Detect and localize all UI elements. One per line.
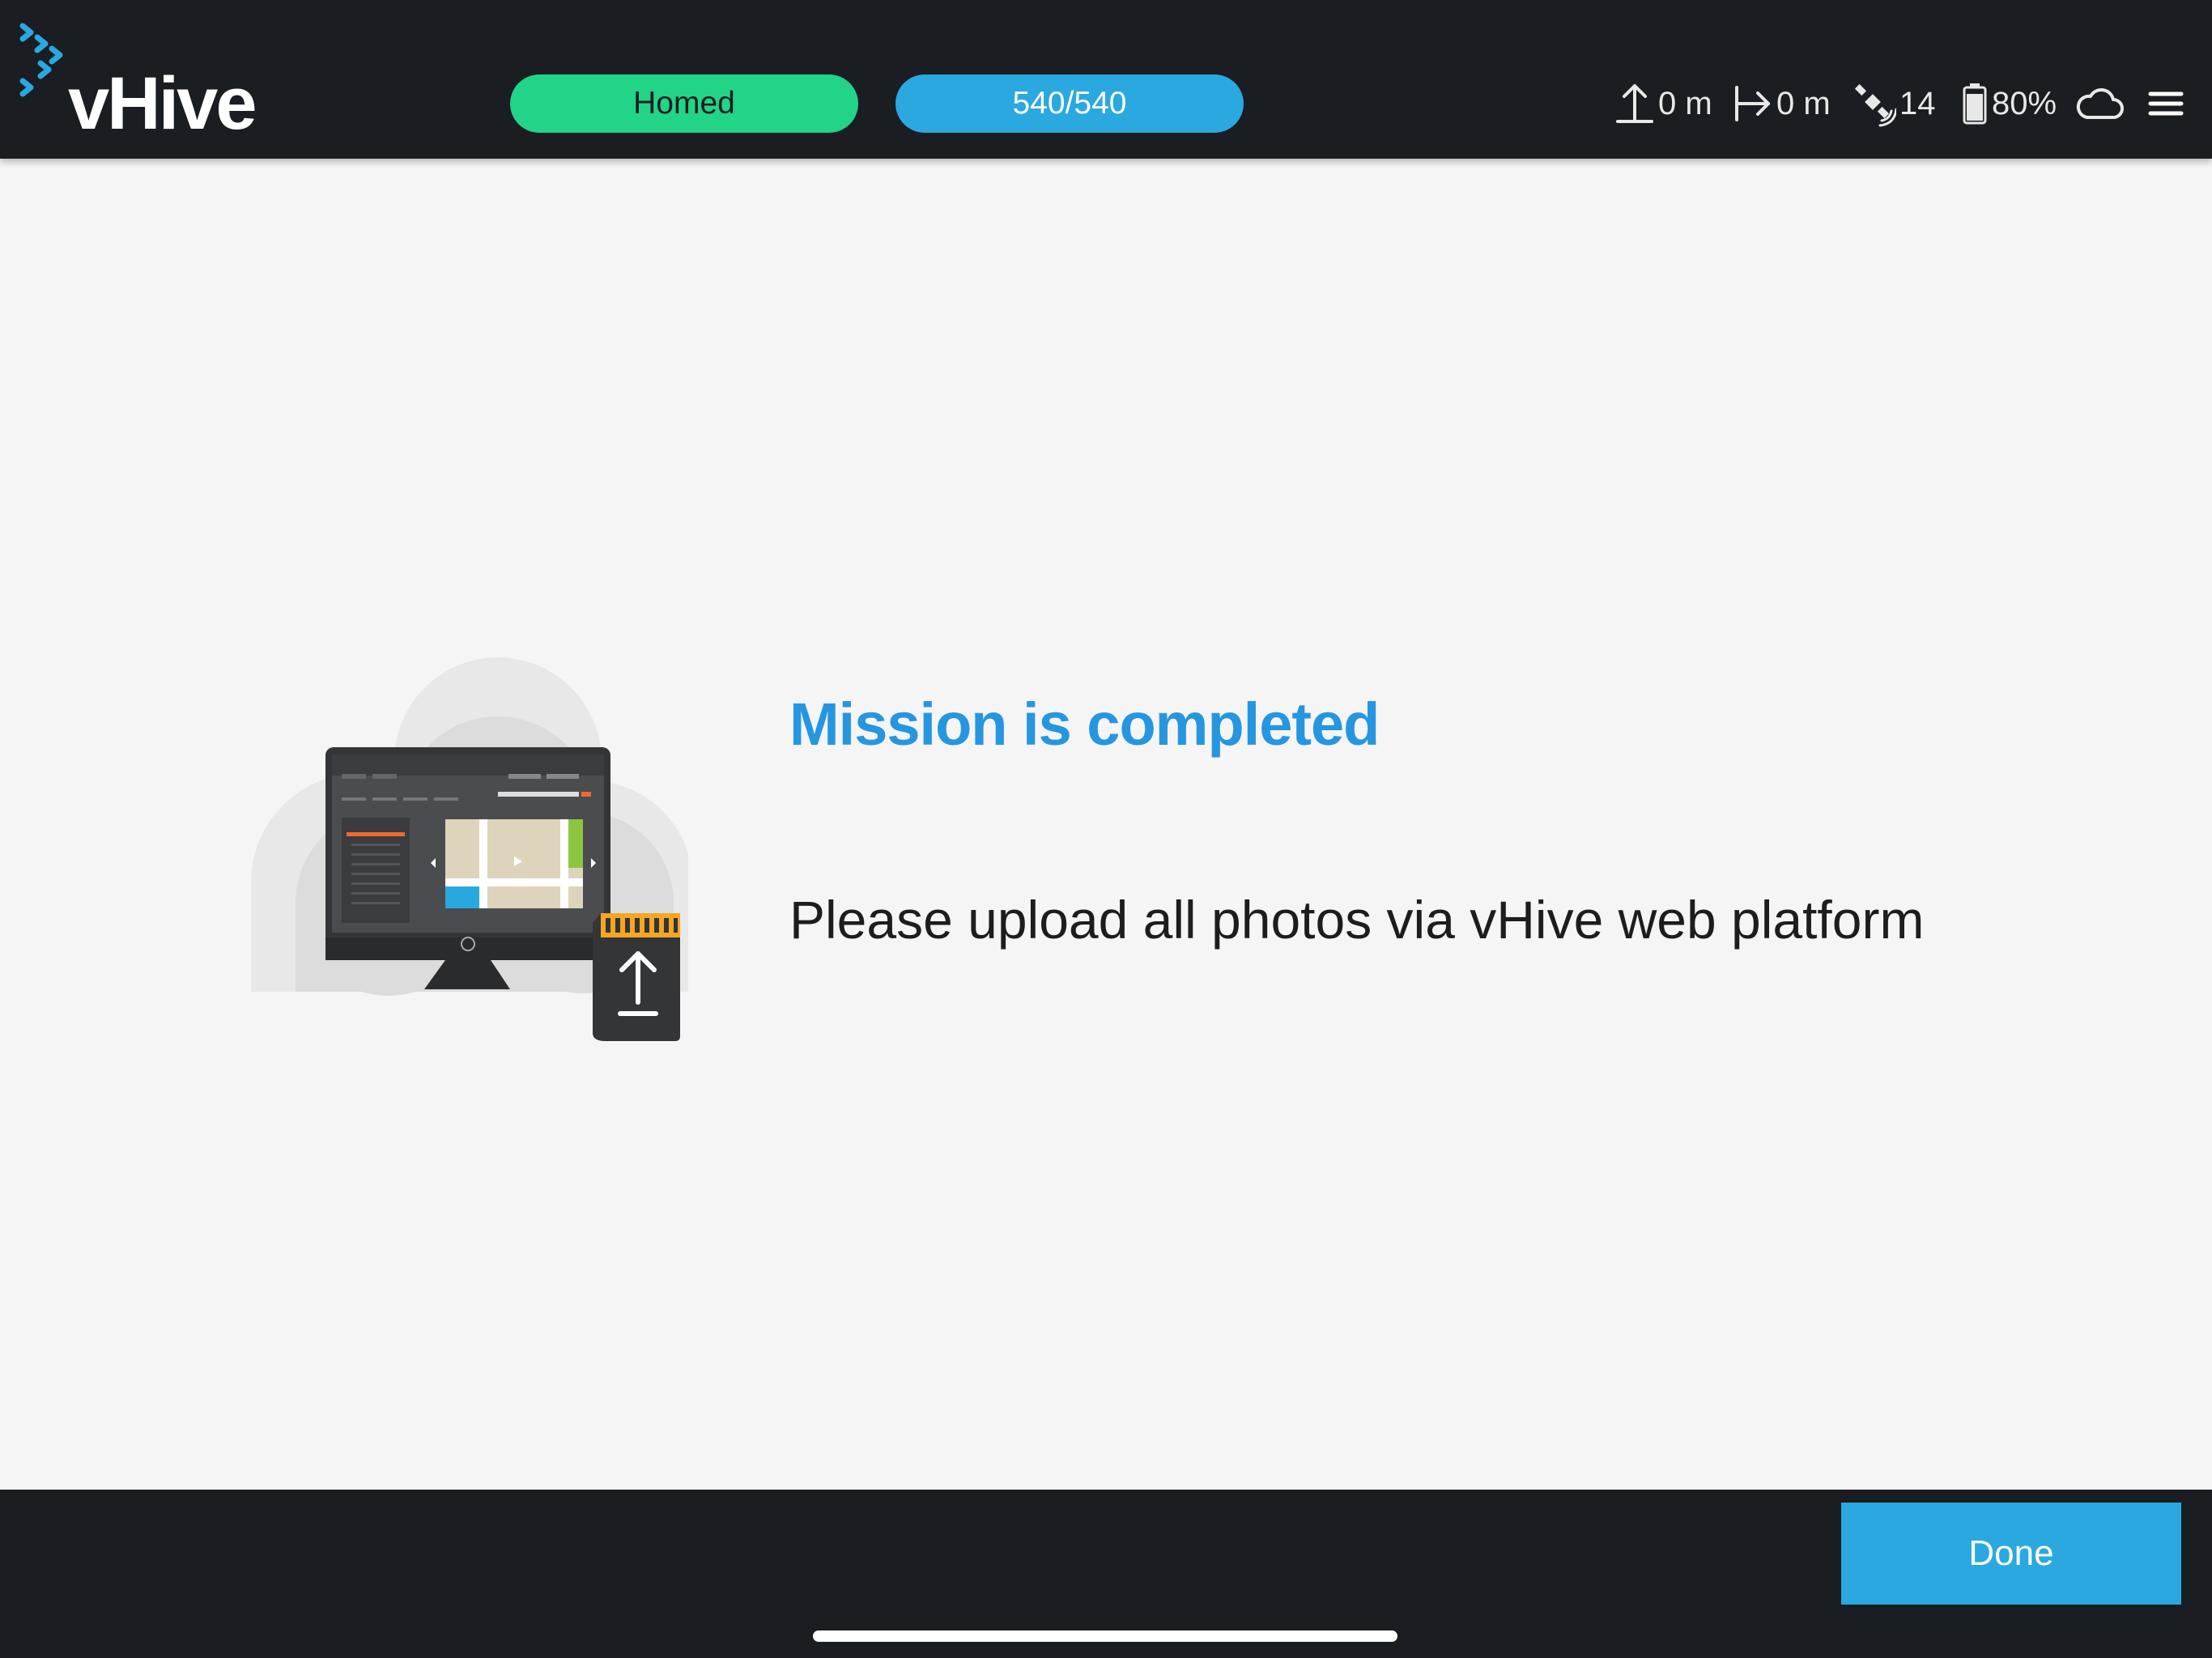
logo-wordmark: vHive [68,62,257,145]
upload-illustration [251,657,688,1041]
done-button[interactable]: Done [1841,1503,2181,1605]
altitude-value: 0 m [1658,85,1712,121]
homed-status-pill[interactable]: Homed [510,74,858,133]
satellite-icon [1854,83,1896,127]
satellite-indicator: 14 [1853,74,1936,133]
battery-percent: 80% [1992,85,2057,121]
altitude-indicator: 0 m [1614,74,1712,133]
satellite-count: 14 [1899,85,1936,121]
vhive-logo: vHive [15,18,266,147]
battery-icon [1963,83,1987,125]
sd-card-upload-icon [593,913,680,1041]
distance-icon [1735,86,1770,121]
altitude-up-icon [1616,84,1653,123]
distance-indicator: 0 m [1733,74,1831,133]
monitor-icon [325,747,610,989]
hamburger-menu-icon[interactable] [2147,87,2184,120]
cloud-sync-status[interactable] [2074,74,2125,133]
battery-indicator: 80% [1961,74,2057,133]
mission-completed-title: Mission is completed [789,691,1380,758]
home-indicator[interactable] [813,1630,1397,1642]
distance-value: 0 m [1776,85,1831,121]
bottom-bar: Done [0,1490,2212,1658]
cloud-icon[interactable] [2074,83,2125,124]
upload-instruction-message: Please upload all photos via vHive web p… [789,890,1925,950]
top-bar: vHive Homed 540/540 0 m 0 m 14 80% [0,0,2212,159]
hamburger-menu-button[interactable] [2147,74,2184,133]
photo-count-pill[interactable]: 540/540 [895,74,1244,133]
